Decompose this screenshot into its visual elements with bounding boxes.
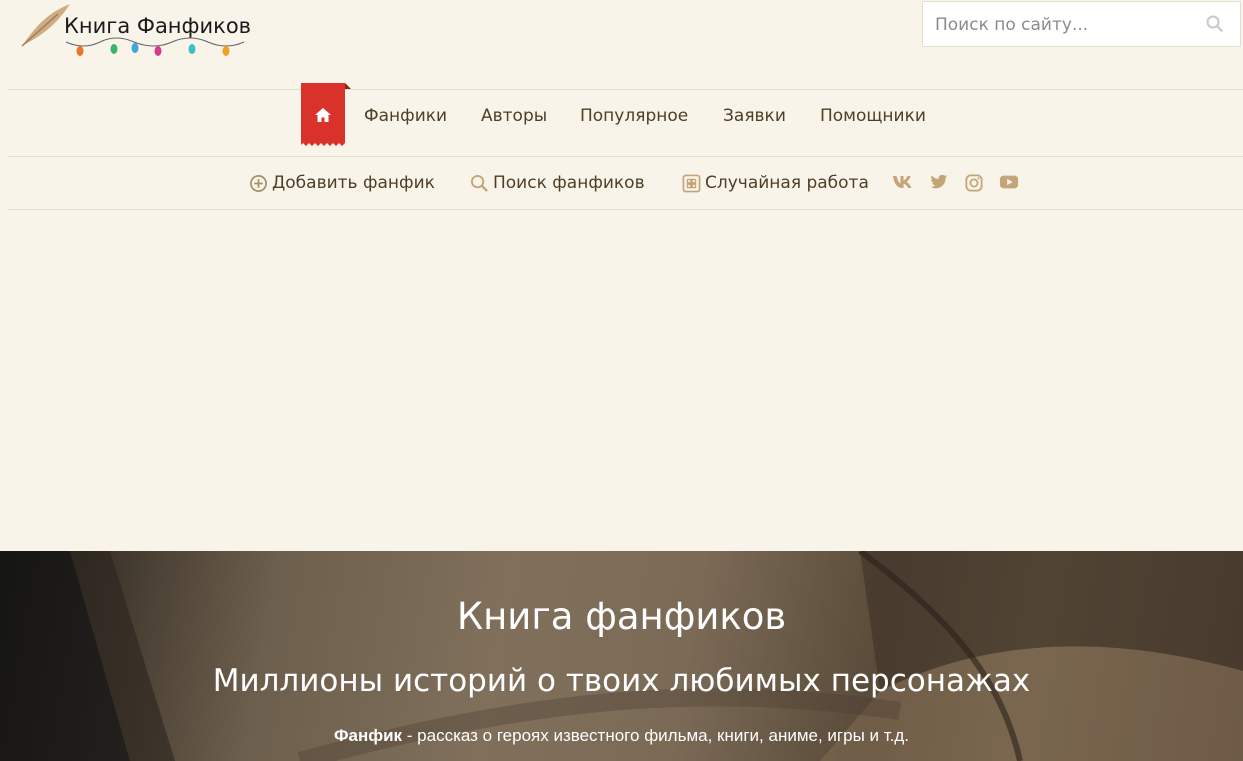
search-input[interactable] (933, 14, 1197, 36)
vk-icon[interactable] (892, 174, 914, 190)
site-logo[interactable]: Книга Фанфиков (18, 2, 258, 62)
nav-divider (8, 156, 1243, 157)
nav-popular[interactable]: Популярное (580, 106, 688, 126)
magnifier-icon (470, 174, 488, 192)
site-search (922, 1, 1241, 47)
hero-subtitle: Миллионы историй о твоих любимых персона… (212, 663, 1031, 699)
logo-text: Книга Фанфиков (64, 14, 252, 38)
nav-fanfics[interactable]: Фанфики (364, 106, 447, 126)
home-tab[interactable] (301, 83, 351, 149)
youtube-icon[interactable] (999, 174, 1019, 190)
home-icon (315, 108, 331, 122)
random-work-label: Случайная работа (705, 173, 869, 193)
nav-requests[interactable]: Заявки (723, 106, 786, 126)
dice-icon (682, 174, 701, 192)
header-divider (8, 89, 1243, 90)
search-icon[interactable] (1206, 15, 1224, 33)
nav-helpers[interactable]: Помощники (820, 106, 926, 126)
random-work-link[interactable]: Случайная работа (682, 173, 869, 193)
add-fanfic-label: Добавить фанфик (272, 173, 435, 193)
hero-banner: Книга фанфиков Миллионы историй о твоих … (0, 551, 1243, 761)
nav-authors[interactable]: Авторы (481, 106, 547, 126)
add-fanfic-link[interactable]: Добавить фанфик (249, 173, 435, 193)
hero-description: Фанфик - рассказ о героях известного фил… (0, 726, 1243, 746)
hero-desc-text: - рассказ о героях известного фильма, кн… (402, 726, 910, 745)
search-fanfics-link[interactable]: Поиск фанфиков (470, 173, 645, 193)
hero-title: Книга фанфиков (456, 595, 787, 638)
instagram-icon[interactable] (965, 174, 983, 192)
garland-lights-icon (65, 37, 245, 56)
subnav-divider (8, 209, 1243, 210)
hero-desc-term: Фанфик (333, 726, 403, 745)
plus-circle-icon (250, 174, 267, 192)
twitter-icon[interactable] (930, 174, 948, 190)
search-fanfics-label: Поиск фанфиков (493, 173, 645, 193)
